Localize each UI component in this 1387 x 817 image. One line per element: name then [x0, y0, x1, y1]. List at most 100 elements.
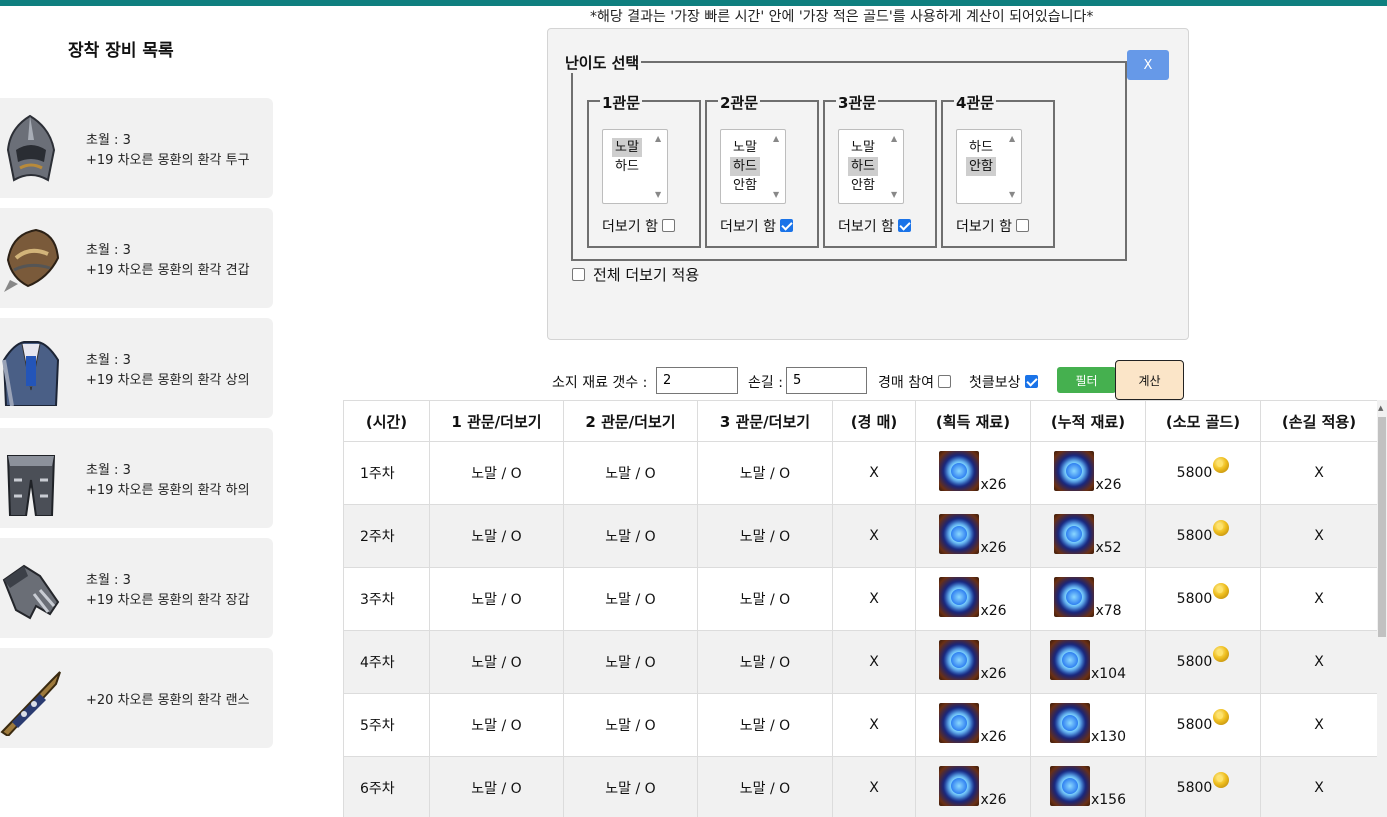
equip-item-shoulder[interactable]: 초월 : 3 +19 차오른 몽환의 환각 견갑: [0, 208, 273, 308]
material-icon: [1049, 703, 1090, 743]
filter-button[interactable]: 필터: [1057, 367, 1116, 393]
hands-input[interactable]: [786, 367, 867, 394]
gate-1-difficulty-select[interactable]: 노말 하드 ▲ ▼: [602, 129, 668, 204]
select-option[interactable]: 하드: [848, 157, 878, 176]
material-count-label: 소지 재료 갯수 :: [552, 375, 648, 391]
gate-3-cell: 노말 / O: [697, 441, 833, 505]
gold-cost-cell: 5800: [1145, 441, 1261, 505]
auction-cell: X: [832, 630, 916, 694]
gate-2-cell: 노말 / O: [563, 567, 698, 631]
select-option[interactable]: 안함: [848, 176, 878, 195]
select-option[interactable]: 하드: [612, 157, 642, 176]
sidebar-title: 장착 장비 목록: [68, 41, 174, 61]
gold-cost-cell: 5800: [1145, 693, 1261, 757]
gate-2-difficulty-select[interactable]: 노말 하드 안함 ▲ ▼: [720, 129, 786, 204]
material-icon: [1054, 577, 1095, 617]
gate-2-more-toggle[interactable]: 더보기 함: [720, 216, 793, 236]
hands-applied-cell: X: [1260, 567, 1377, 631]
select-option[interactable]: 하드: [966, 138, 996, 157]
select-scrollbar[interactable]: ▲ ▼: [651, 130, 667, 203]
gold-cost-cell: 5800: [1145, 567, 1261, 631]
calculation-note: *해당 결과는 '가장 빠른 시간' 안에 '가장 적은 골드'를 사용하게 계…: [590, 9, 1094, 25]
gained-material-cell: x26: [915, 693, 1031, 757]
material-count-input[interactable]: [656, 367, 738, 394]
column-header: (소모 골드): [1145, 400, 1261, 442]
scrollbar-thumb[interactable]: [1378, 417, 1386, 637]
select-scrollbar[interactable]: ▲ ▼: [769, 130, 785, 203]
gate-3-more-toggle[interactable]: 더보기 함: [838, 216, 911, 236]
apply-all-checkbox[interactable]: [572, 268, 585, 281]
gate-2-cell: 노말 / O: [563, 441, 698, 505]
gate-4-fieldset: 하드 안함 ▲ ▼ 더보기 함: [941, 100, 1055, 248]
auction-cell: X: [832, 756, 916, 817]
difficulty-legend: 난이도 선택: [563, 52, 642, 73]
gate-4-legend: 4관문: [954, 92, 997, 113]
select-option[interactable]: 노말: [730, 138, 760, 157]
calculate-button[interactable]: 계산: [1115, 360, 1184, 400]
gate-1-cell: 노말 / O: [429, 504, 564, 568]
apply-all-more-toggle[interactable]: 전체 더보기 적용: [572, 264, 699, 285]
hands-applied-cell: X: [1260, 504, 1377, 568]
select-scrollbar[interactable]: ▲ ▼: [887, 130, 903, 203]
gold-coin-icon: [1213, 709, 1230, 725]
gate-3-cell: 노말 / O: [697, 504, 833, 568]
select-scrollbar[interactable]: ▲ ▼: [1005, 130, 1021, 203]
close-button[interactable]: X: [1127, 50, 1169, 80]
hands-applied-cell: X: [1260, 630, 1377, 694]
gold-coin-icon: [1213, 646, 1230, 662]
material-icon: [1054, 514, 1095, 554]
shoulder-icon: [4, 228, 60, 292]
select-option[interactable]: 안함: [730, 176, 760, 195]
equip-item-weapon[interactable]: +20 차오른 몽환의 환각 랜스: [0, 648, 273, 748]
week-cell: 5주차: [343, 693, 430, 757]
equip-item-chest[interactable]: 초월 : 3 +19 차오른 몽환의 환각 상의: [0, 318, 273, 418]
table-scrollbar[interactable]: ▲: [1377, 400, 1387, 817]
gauntlet-icon: [2, 564, 60, 620]
select-option[interactable]: 노말: [612, 138, 642, 157]
total-material-cell: x26: [1030, 441, 1146, 505]
total-material-cell: x104: [1030, 630, 1146, 694]
table-row: 5주차 노말 / O 노말 / O 노말 / O X x26 x130 5800…: [343, 693, 1377, 757]
gate-1-cell: 노말 / O: [429, 693, 564, 757]
auction-toggle[interactable]: 경매 참여: [878, 372, 951, 392]
more-checkbox[interactable]: [897, 219, 911, 232]
equip-transcend: 초월 : 3: [86, 463, 131, 478]
gate-1-cell: 노말 / O: [429, 567, 564, 631]
material-icon: [939, 766, 980, 806]
first-clear-toggle[interactable]: 첫클보상: [969, 372, 1038, 392]
auction-checkbox[interactable]: [937, 375, 951, 388]
gate-4-difficulty-select[interactable]: 하드 안함 ▲ ▼: [956, 129, 1022, 204]
gate-1-legend: 1관문: [600, 92, 643, 113]
gate-3-cell: 노말 / O: [697, 630, 833, 694]
gate-3-fieldset: 노말 하드 안함 ▲ ▼ 더보기 함: [823, 100, 937, 248]
equip-transcend: 초월 : 3: [86, 573, 131, 588]
gate-1-cell: 노말 / O: [429, 441, 564, 505]
hands-applied-cell: X: [1260, 693, 1377, 757]
column-header: (시간): [343, 400, 430, 442]
more-checkbox[interactable]: [661, 219, 675, 232]
table-row: 6주차 노말 / O 노말 / O 노말 / O X x26 x156 5800…: [343, 756, 1377, 817]
select-option[interactable]: 안함: [966, 157, 996, 176]
material-icon: [939, 451, 980, 491]
gate-3-cell: 노말 / O: [697, 693, 833, 757]
gained-material-cell: x26: [915, 441, 1031, 505]
select-option[interactable]: 노말: [848, 138, 878, 157]
gained-material-cell: x26: [915, 504, 1031, 568]
gate-1-more-toggle[interactable]: 더보기 함: [602, 216, 675, 236]
total-material-cell: x130: [1030, 693, 1146, 757]
material-icon: [1049, 766, 1090, 806]
gate-3-difficulty-select[interactable]: 노말 하드 안함 ▲ ▼: [838, 129, 904, 204]
column-header: 1 관문/더보기: [429, 400, 564, 442]
more-checkbox[interactable]: [779, 219, 793, 232]
equip-item-gloves[interactable]: 초월 : 3 +19 차오른 몽환의 환각 장갑: [0, 538, 273, 638]
select-option[interactable]: 하드: [730, 157, 760, 176]
chest-armor-icon: [2, 341, 60, 406]
table-row: 4주차 노말 / O 노말 / O 노말 / O X x26 x104 5800…: [343, 630, 1377, 694]
more-checkbox[interactable]: [1015, 219, 1029, 232]
first-clear-checkbox[interactable]: [1024, 375, 1038, 388]
equip-item-helmet[interactable]: 초월 : 3 +19 차오른 몽환의 환각 투구: [0, 98, 273, 198]
scroll-up-icon[interactable]: ▲: [1378, 404, 1383, 412]
gate-4-more-toggle[interactable]: 더보기 함: [956, 216, 1029, 236]
gold-coin-icon: [1213, 583, 1230, 599]
equip-item-legs[interactable]: 초월 : 3 +19 차오른 몽환의 환각 하의: [0, 428, 273, 528]
